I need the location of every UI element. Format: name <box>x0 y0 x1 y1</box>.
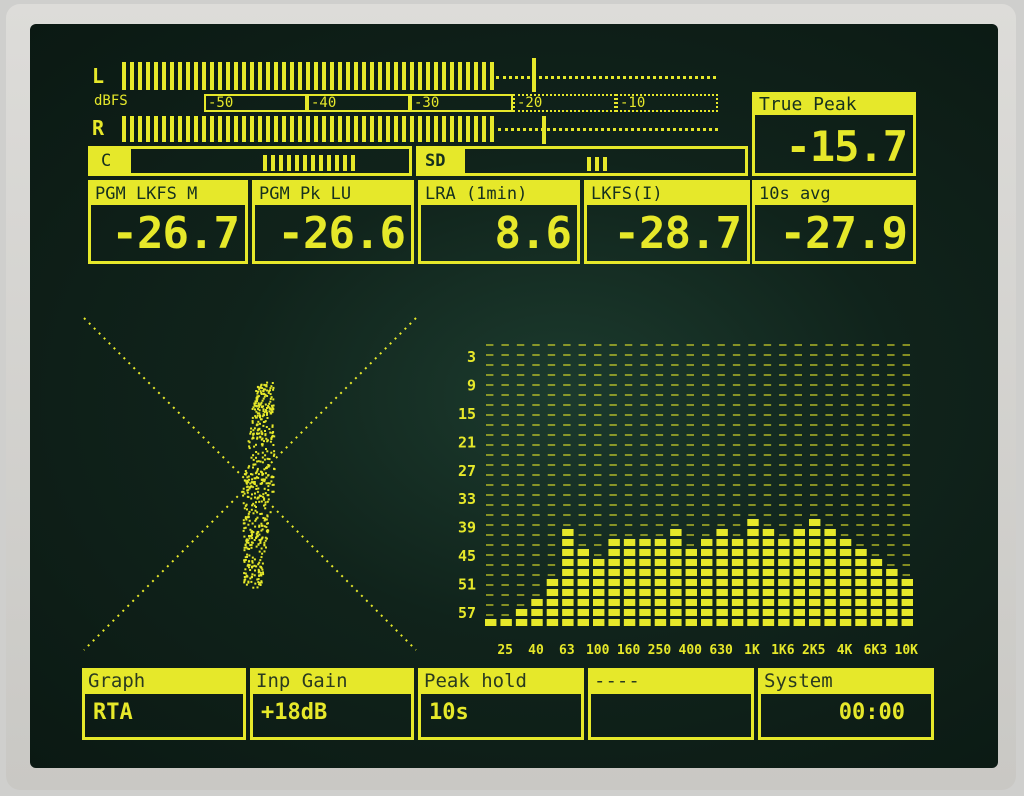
rta-y-tick: 9 <box>467 377 476 395</box>
rta-bar <box>562 529 574 626</box>
left-channel-label: L <box>92 64 105 88</box>
sd-level <box>587 157 607 171</box>
meter-screen: L dBFS -50 -40 -30 -20 -10 R True Peak -… <box>30 24 998 768</box>
rta-bar <box>824 529 836 626</box>
rta-bar <box>716 529 728 626</box>
footer-system[interactable]: System 00:00 <box>758 668 934 740</box>
rta-bar <box>593 559 605 626</box>
rta-y-tick: 39 <box>458 519 476 537</box>
footer-bar: Graph RTA Inp Gain +18dB Peak hold 10s -… <box>82 668 934 740</box>
right-channel-label: R <box>92 116 105 140</box>
rta-bar <box>839 539 852 626</box>
left-level-bar <box>122 62 496 90</box>
true-peak-box: True Peak -15.7 <box>752 92 916 176</box>
rta-bar <box>701 539 713 626</box>
center-bar: C <box>88 146 412 176</box>
rta-bar <box>531 599 543 626</box>
rta-bar <box>654 539 667 626</box>
rta-bar <box>747 519 759 626</box>
rta-bar <box>515 609 528 626</box>
true-peak-value: -15.7 <box>785 122 908 171</box>
rta-x-label: 40 <box>528 643 544 658</box>
readout-pgm-lkfs-m: PGM LKFS M -26.7 <box>88 180 248 264</box>
rta-bar <box>500 619 512 626</box>
rta-bar <box>623 539 636 626</box>
rta-x-label: 160 <box>617 643 641 658</box>
rta-x-label: 25 <box>497 643 513 658</box>
rta-x-label: 6K3 <box>864 643 887 658</box>
rta-x-label: 10K <box>895 643 919 658</box>
rta-bar <box>855 549 867 626</box>
readout-pgm-pk-lu: PGM Pk LU -26.6 <box>252 180 414 264</box>
rta-bar <box>901 579 913 626</box>
rta-bar <box>639 539 651 626</box>
rta-x-label: 63 <box>559 643 575 658</box>
rta-bar <box>870 559 883 626</box>
rta-bar <box>608 539 620 626</box>
left-peak-marker <box>532 58 536 92</box>
footer-peak-hold[interactable]: Peak hold 10s <box>418 668 584 740</box>
rta-x-label: 630 <box>709 643 733 658</box>
rta-x-label: 400 <box>679 643 703 658</box>
rta-bar <box>731 539 744 626</box>
rta-x-label: 4K <box>837 643 853 658</box>
rta-x-label: 1K6 <box>771 643 795 658</box>
rta-x-label: 2K5 <box>802 643 825 658</box>
center-level <box>263 155 359 171</box>
readout-lkfs-i: LKFS(I) -28.7 <box>584 180 750 264</box>
rta-y-tick: 21 <box>458 433 476 451</box>
rta-bar <box>685 549 697 626</box>
rta-y-tick: 3 <box>467 348 476 366</box>
rta-y-tick: 15 <box>458 405 476 423</box>
right-level-bar <box>122 116 498 142</box>
rta-bar <box>809 519 821 626</box>
footer-empty[interactable]: ---- <box>588 668 754 740</box>
rta-x-label: 100 <box>586 643 610 658</box>
rta-bar <box>485 619 497 626</box>
footer-graph[interactable]: Graph RTA <box>82 668 246 740</box>
rta-bar <box>762 529 775 626</box>
rta-y-tick: 33 <box>458 490 476 508</box>
rta-bar <box>577 549 589 626</box>
rta-bar <box>546 579 559 626</box>
rta-y-tick: 27 <box>458 462 476 480</box>
rta-y-tick: 57 <box>458 604 476 622</box>
sd-bar: SD <box>416 146 748 176</box>
goniometer <box>83 317 417 651</box>
readout-lra: LRA (1min) 8.6 <box>418 180 580 264</box>
dbfs-scale: dBFS -50 -40 -30 -20 -10 <box>92 94 718 112</box>
rta-chart: 391521273339455157 25 40 63 100 160 250 400 630… <box>458 344 919 658</box>
readout-10s-avg: 10s avg -27.9 <box>752 180 916 264</box>
gonio-scatter <box>242 381 276 589</box>
rta-y-tick: 51 <box>458 575 476 593</box>
rta-bar <box>670 529 682 626</box>
rta-bar <box>886 569 898 626</box>
rta-bar <box>778 539 790 626</box>
footer-input-gain[interactable]: Inp Gain +18dB <box>250 668 414 740</box>
rta-x-label: 1K <box>744 643 760 658</box>
rta-x-label: 250 <box>648 643 672 658</box>
rta-y-tick: 45 <box>458 547 476 565</box>
rta-bar <box>793 529 805 626</box>
